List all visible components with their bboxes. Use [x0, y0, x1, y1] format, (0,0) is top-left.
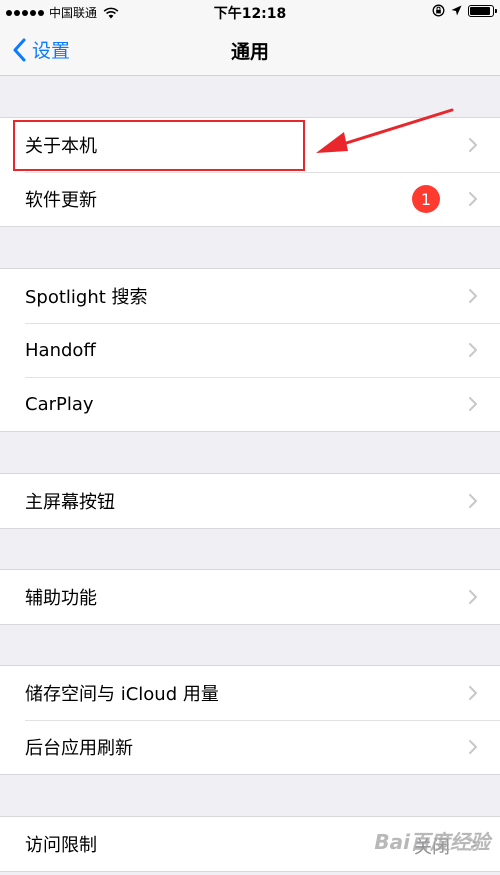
row-home-button[interactable]: 主屏幕按钮 — [0, 474, 500, 528]
chevron-right-icon — [469, 343, 477, 357]
settings-group-continuity: Spotlight 搜索 Handoff CarPlay — [0, 268, 500, 432]
settings-group-accessibility: 辅助功能 — [0, 569, 500, 625]
page-title: 通用 — [230, 41, 269, 63]
annotation-arrow-icon — [316, 108, 454, 153]
watermark: Bai百度经验 — [374, 830, 490, 854]
location-icon — [451, 5, 462, 16]
chevron-right-icon — [469, 397, 477, 411]
battery-icon — [468, 4, 497, 17]
chevron-right-icon — [469, 494, 477, 508]
status-bar: 中国联通 下午12:18 — [0, 0, 500, 24]
orientation-lock-icon — [432, 4, 445, 17]
row-handoff[interactable]: Handoff — [0, 323, 500, 377]
row-background-refresh[interactable]: 后台应用刷新 — [0, 720, 500, 774]
row-label: 后台应用刷新 — [25, 738, 133, 759]
chevron-right-icon — [469, 590, 477, 604]
row-label: 主屏幕按钮 — [25, 492, 115, 513]
row-label: 访问限制 — [25, 835, 97, 856]
row-storage-icloud[interactable]: 储存空间与 iCloud 用量 — [0, 666, 500, 720]
update-badge: 1 — [412, 185, 440, 213]
chevron-right-icon — [469, 192, 477, 206]
row-label: Spotlight 搜索 — [25, 287, 148, 308]
row-label: CarPlay — [25, 393, 94, 415]
row-label: 储存空间与 iCloud 用量 — [25, 684, 219, 705]
row-label: 辅助功能 — [25, 588, 97, 609]
status-right — [432, 4, 497, 17]
row-accessibility[interactable]: 辅助功能 — [0, 570, 500, 624]
chevron-right-icon — [469, 740, 477, 754]
settings-group-storage: 储存空间与 iCloud 用量 后台应用刷新 — [0, 665, 500, 775]
row-label: 软件更新 — [25, 190, 97, 211]
row-spotlight[interactable]: Spotlight 搜索 — [0, 269, 500, 323]
row-carplay[interactable]: CarPlay — [0, 377, 500, 431]
annotation-highlight-box — [13, 120, 305, 171]
status-time: 下午12:18 — [213, 6, 287, 22]
chevron-right-icon — [469, 289, 477, 303]
nav-bar: 设置 通用 — [0, 24, 500, 76]
row-label: Handoff — [25, 339, 96, 361]
chevron-right-icon — [469, 138, 477, 152]
settings-group-home-button: 主屏幕按钮 — [0, 473, 500, 529]
row-software-update[interactable]: 软件更新 1 — [0, 172, 500, 226]
chevron-right-icon — [469, 686, 477, 700]
